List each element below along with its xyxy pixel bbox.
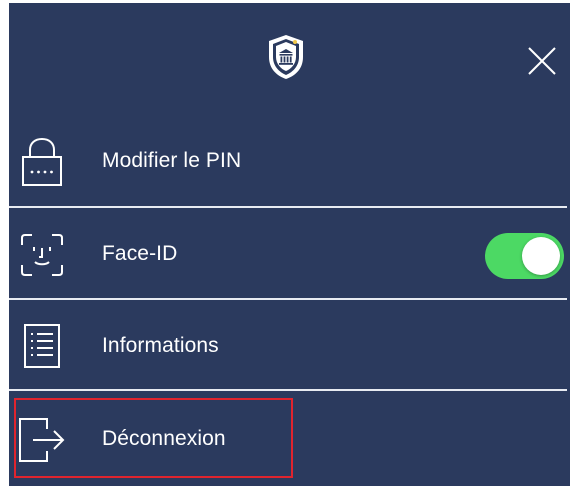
menu-divider xyxy=(9,389,567,391)
face-id-toggle[interactable] xyxy=(485,233,564,279)
lock-pin-icon xyxy=(17,137,67,187)
side-menu-panel: Modifier le PIN Face-ID Informations Déc… xyxy=(9,3,570,486)
menu-item-label: Face-ID xyxy=(102,242,178,265)
logout-icon xyxy=(17,415,67,465)
menu-item-logout[interactable]: Déconnexion xyxy=(9,393,570,485)
document-list-icon xyxy=(17,321,67,371)
menu-item-label: Informations xyxy=(102,334,219,357)
menu-item-label: Déconnexion xyxy=(102,427,226,450)
bank-shield-logo-icon xyxy=(265,33,307,81)
menu-item-label: Modifier le PIN xyxy=(102,149,242,172)
face-id-icon xyxy=(17,230,67,280)
menu-item-change-pin[interactable]: Modifier le PIN xyxy=(9,115,570,207)
close-icon[interactable] xyxy=(527,46,557,76)
menu-header xyxy=(9,3,570,113)
menu-item-informations[interactable]: Informations xyxy=(9,300,570,392)
menu-item-face-id: Face-ID xyxy=(9,208,570,300)
toggle-knob xyxy=(522,237,560,275)
